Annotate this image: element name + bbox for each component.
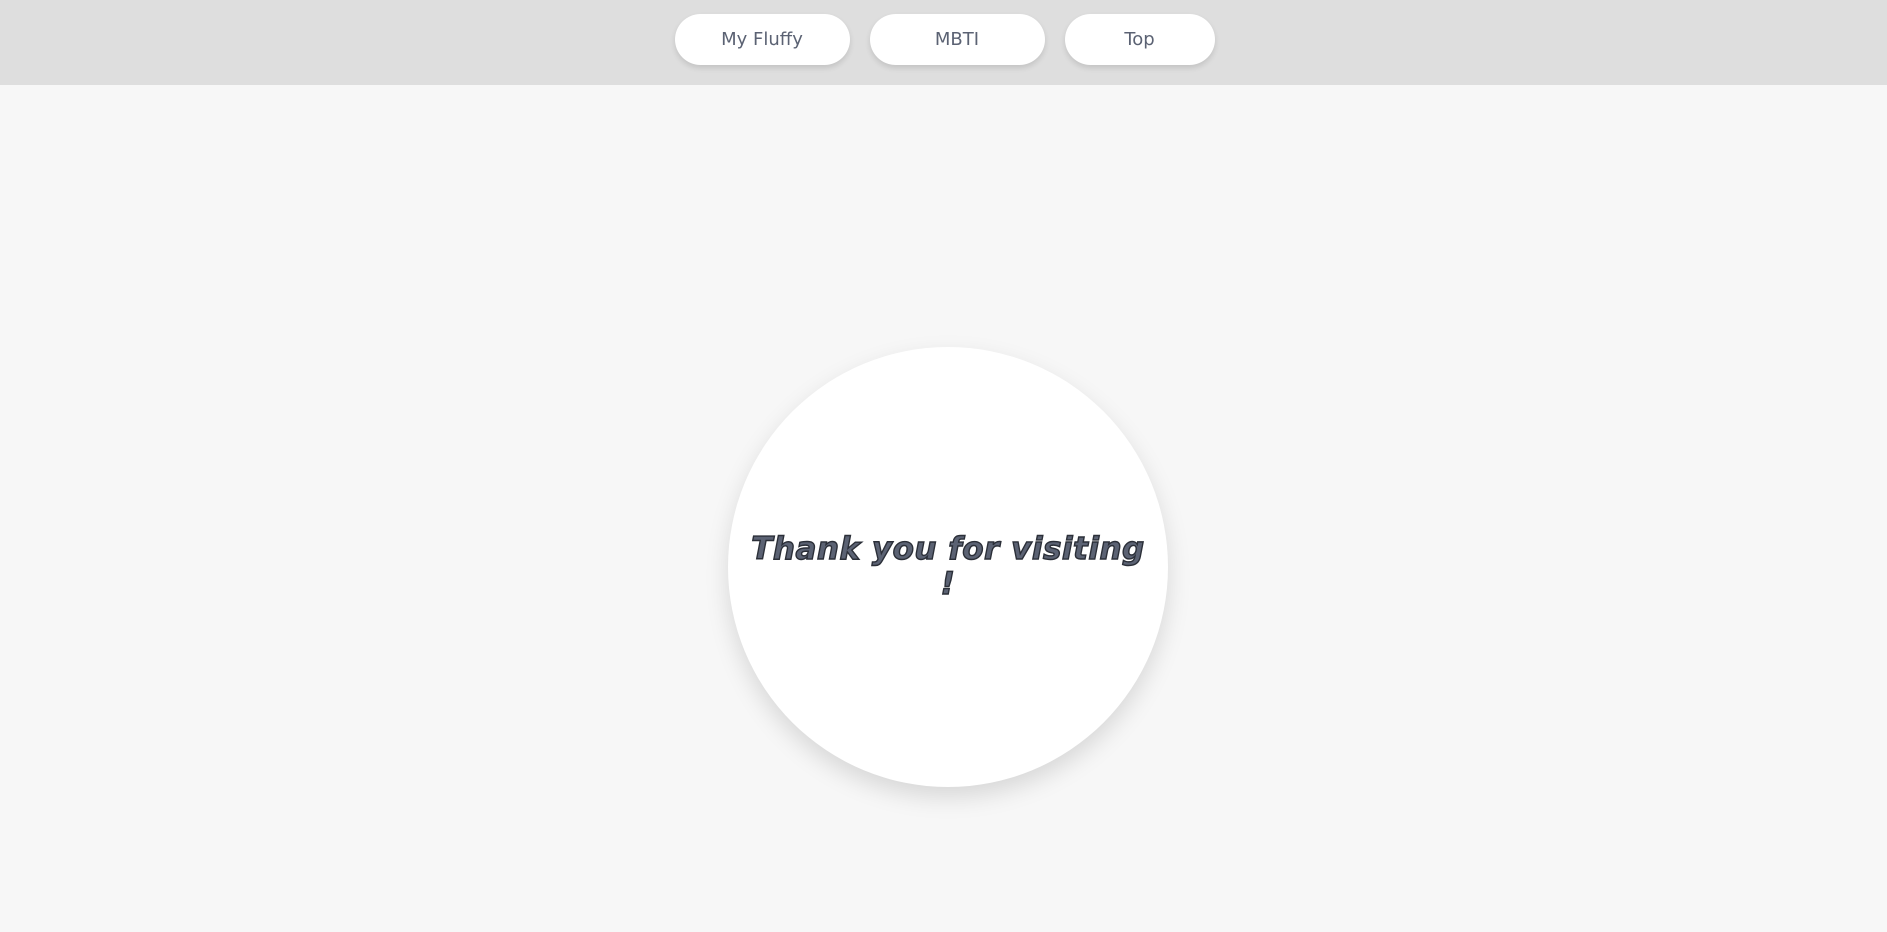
header-bar: My Fluffy MBTI Top [0, 0, 1887, 85]
thank-you-circle: Thank you for visiting ! [728, 347, 1168, 787]
thank-you-message: Thank you for visiting ! [751, 531, 1145, 602]
top-nav: My Fluffy MBTI Top [0, 14, 1887, 65]
nav-button-mbti[interactable]: MBTI [869, 14, 1045, 65]
nav-button-my-fluffy[interactable]: My Fluffy [674, 14, 850, 65]
nav-button-top[interactable]: Top [1064, 14, 1215, 65]
